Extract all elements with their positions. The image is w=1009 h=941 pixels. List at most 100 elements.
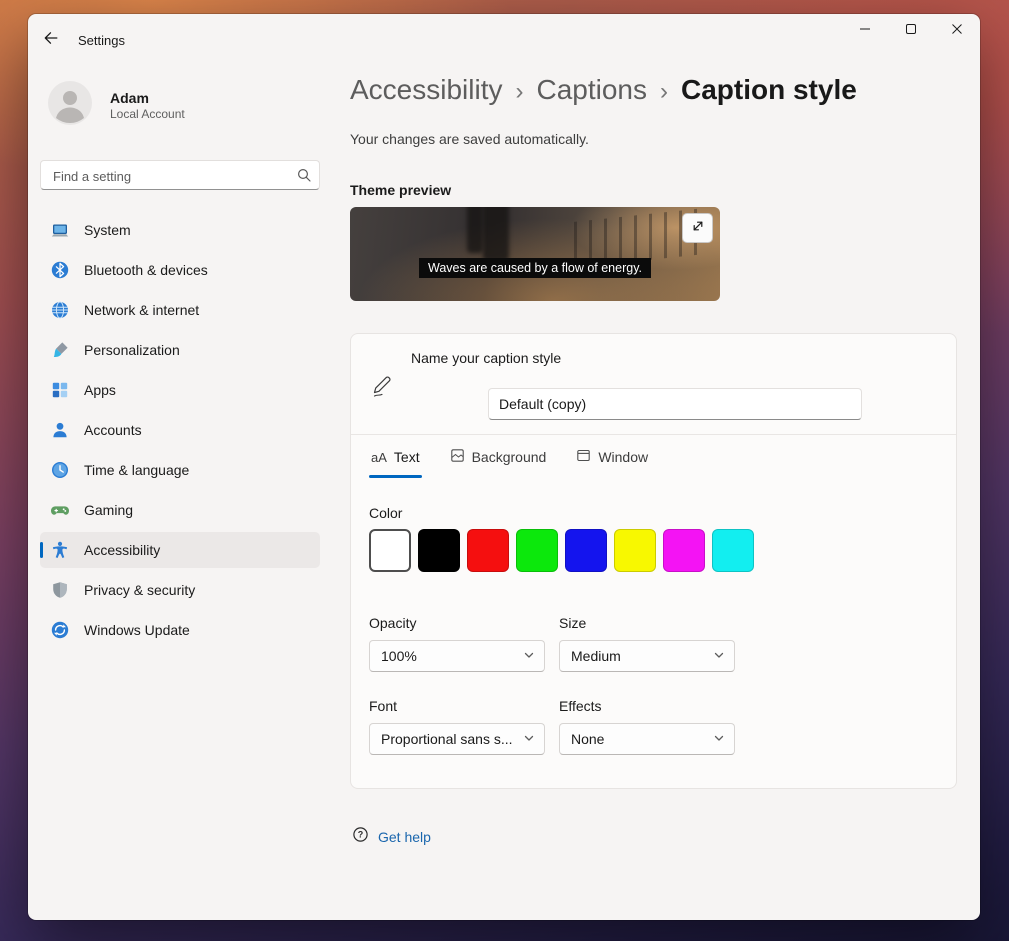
size-field: Size Medium (559, 615, 735, 672)
breadcrumb-captions[interactable]: Captions (536, 74, 647, 106)
color-swatch-black[interactable] (418, 529, 460, 572)
sidebar-item-label: Bluetooth & devices (84, 262, 208, 278)
sidebar-item-accounts[interactable]: Accounts (40, 412, 320, 448)
opacity-field: Opacity 100% (369, 615, 545, 672)
search-icon (297, 168, 311, 187)
expand-preview-button[interactable] (682, 213, 713, 243)
apps-grid-icon (50, 380, 70, 400)
sidebar-item-accessibility[interactable]: Accessibility (40, 532, 320, 568)
sidebar-item-label: Personalization (84, 342, 180, 358)
chevron-down-icon (523, 648, 535, 664)
window-controls (842, 14, 980, 48)
system-icon (50, 220, 70, 240)
sidebar-item-time-language[interactable]: Time & language (40, 452, 320, 488)
sidebar-item-label: Time & language (84, 462, 189, 478)
sidebar-item-label: Apps (84, 382, 116, 398)
opacity-select[interactable]: 100% (369, 640, 545, 672)
minimize-button[interactable] (842, 14, 888, 48)
sidebar-item-gaming[interactable]: Gaming (40, 492, 320, 528)
search-input[interactable] (51, 162, 289, 190)
color-swatch-magenta[interactable] (663, 529, 705, 572)
clock-icon (50, 460, 70, 480)
effects-field: Effects None (559, 698, 735, 755)
tab-label: Window (598, 449, 648, 465)
sidebar: Adam Local Account System Bluetooth & de… (28, 66, 332, 920)
svg-text:?: ? (358, 830, 364, 840)
color-swatch-white[interactable] (369, 529, 411, 572)
color-swatch-red[interactable] (467, 529, 509, 572)
sidebar-item-apps[interactable]: Apps (40, 372, 320, 408)
get-help-link[interactable]: ? Get help (352, 826, 431, 848)
autosave-note: Your changes are saved automatically. (350, 131, 589, 147)
selected-indicator (40, 542, 43, 558)
breadcrumb-separator-icon: › (660, 78, 668, 106)
caption-style-card: Name your caption style aA Text Backgrou… (350, 333, 957, 789)
settings-window: Settings Adam Local Account (28, 14, 980, 920)
sidebar-item-label: Privacy & security (84, 582, 195, 598)
chevron-down-icon (713, 731, 725, 747)
sidebar-item-windows-update[interactable]: Windows Update (40, 612, 320, 648)
preview-photo-figure (467, 207, 483, 253)
font-label: Font (369, 698, 545, 714)
color-swatch-green[interactable] (516, 529, 558, 572)
effects-select[interactable]: None (559, 723, 735, 755)
tab-window[interactable]: Window (574, 446, 650, 478)
minimize-icon (859, 22, 871, 40)
sidebar-item-label: Accessibility (84, 542, 160, 558)
text-aA-icon: aA (371, 450, 387, 465)
preview-photo-figure (483, 207, 509, 261)
paintbrush-icon (50, 340, 70, 360)
font-select[interactable]: Proportional sans s... (369, 723, 545, 755)
maximize-button[interactable] (888, 14, 934, 48)
size-select[interactable]: Medium (559, 640, 735, 672)
back-arrow-icon (43, 30, 59, 51)
maximize-icon (905, 22, 917, 40)
sidebar-item-label: Gaming (84, 502, 133, 518)
chevron-down-icon (713, 648, 725, 664)
page-title: Caption style (681, 74, 857, 106)
main-content: Accessibility › Captions › Caption style… (350, 14, 957, 920)
user-name: Adam (110, 90, 185, 107)
breadcrumb-accessibility[interactable]: Accessibility (350, 74, 502, 106)
sidebar-item-label: Windows Update (84, 622, 190, 638)
size-value: Medium (571, 648, 621, 664)
accessibility-icon (50, 540, 70, 560)
font-value: Proportional sans s... (381, 731, 513, 747)
caption-preview-text: Waves are caused by a flow of energy. (419, 258, 651, 278)
close-button[interactable] (934, 14, 980, 48)
sidebar-item-privacy-security[interactable]: Privacy & security (40, 572, 320, 608)
user-account-type: Local Account (110, 107, 185, 122)
update-arrows-icon (50, 620, 70, 640)
search-box (40, 160, 320, 190)
get-help-label: Get help (378, 829, 431, 845)
theme-preview: Waves are caused by a flow of energy. (350, 207, 720, 301)
caption-name-input[interactable] (488, 388, 862, 420)
title-bar: Settings (36, 14, 125, 66)
color-swatch-cyan[interactable] (712, 529, 754, 572)
network-globe-icon (50, 300, 70, 320)
user-account[interactable]: Adam Local Account (48, 81, 185, 130)
caption-name-label: Name your caption style (411, 350, 561, 366)
window-icon (576, 448, 591, 466)
back-button[interactable] (36, 25, 66, 55)
sidebar-item-personalization[interactable]: Personalization (40, 332, 320, 368)
shield-icon (50, 580, 70, 600)
sidebar-item-label: System (84, 222, 131, 238)
style-tabs: aA Text Background Window (369, 446, 650, 478)
tab-label: Text (394, 449, 420, 465)
color-swatch-yellow[interactable] (614, 529, 656, 572)
background-icon (450, 448, 465, 466)
sidebar-item-bluetooth-devices[interactable]: Bluetooth & devices (40, 252, 320, 288)
opacity-value: 100% (381, 648, 417, 664)
app-title: Settings (78, 33, 125, 48)
sidebar-item-label: Network & internet (84, 302, 199, 318)
sidebar-nav: System Bluetooth & devices Network & int… (40, 212, 320, 652)
help-icon: ? (352, 826, 369, 848)
sidebar-item-network-internet[interactable]: Network & internet (40, 292, 320, 328)
tab-label: Background (472, 449, 547, 465)
tab-text[interactable]: aA Text (369, 446, 422, 478)
game-controller-icon (50, 500, 70, 520)
sidebar-item-system[interactable]: System (40, 212, 320, 248)
tab-background[interactable]: Background (448, 446, 549, 478)
color-swatch-blue[interactable] (565, 529, 607, 572)
